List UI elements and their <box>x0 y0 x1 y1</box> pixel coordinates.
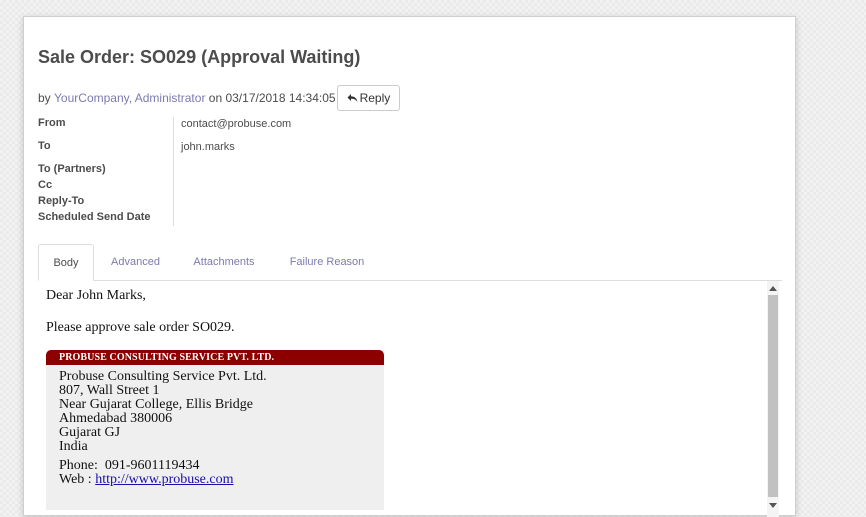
page-title: Sale Order: SO029 (Approval Waiting) <box>38 47 361 67</box>
notebook-tabs: Body Advanced Attachments Failure Reason <box>38 244 782 281</box>
scheduled-send-date-label: Scheduled Send Date <box>38 211 151 223</box>
to-partners-label: To (Partners) <box>38 163 106 175</box>
reply-button-label: Reply <box>359 91 391 105</box>
tab-attachments[interactable]: Attachments <box>179 244 269 280</box>
signature-line: India <box>59 439 88 454</box>
author-link[interactable]: YourCompany, Administrator <box>54 91 205 105</box>
to-label: To <box>38 140 51 152</box>
body-scrollbar[interactable] <box>767 281 779 517</box>
body-message: Please approve sale order SO029. <box>46 320 235 335</box>
web-label: Web : <box>59 472 92 487</box>
cc-label: Cc <box>38 179 53 191</box>
email-body-frame[interactable]: Dear John Marks, Please approve sale ord… <box>38 281 782 517</box>
reply-button[interactable]: Reply <box>336 85 401 111</box>
signature-line: Ahmedabad 380006 <box>59 411 173 426</box>
scrollbar-thumb[interactable] <box>768 295 778 497</box>
signature-phone: Phone: 091-9601119434 <box>59 459 200 473</box>
website-link[interactable]: http://www.probuse.com <box>95 472 233 487</box>
signature-header: PROBUSE CONSULTING SERVICE PVT. LTD. <box>46 350 384 365</box>
phone-value: 091-9601119434 <box>104 458 200 473</box>
tab-failure-reason[interactable]: Failure Reason <box>278 244 376 280</box>
message-form-sheet: Sale Order: SO029 (Approval Waiting) by … <box>23 16 796 517</box>
message-byline: by YourCompany, Administrator on 03/17/2… <box>38 85 401 111</box>
signature-line: Near Gujarat College, Ellis Bridge <box>59 397 253 412</box>
message-date: on 03/17/2018 14:34:05 <box>208 91 336 105</box>
message-fields: From contact@probuse.com To john.marks T… <box>38 117 338 227</box>
fields-divider <box>173 117 174 226</box>
signature-line: Gujarat GJ <box>59 425 121 440</box>
signature-line: 807, Wall Street 1 <box>59 383 160 398</box>
signature-web: Web : http://www.probuse.com <box>59 473 234 487</box>
signature-block: PROBUSE CONSULTING SERVICE PVT. LTD. Pro… <box>46 350 384 510</box>
by-prefix: by <box>38 91 51 105</box>
body-greeting: Dear John Marks, <box>46 288 146 303</box>
tab-advanced[interactable]: Advanced <box>98 244 173 280</box>
phone-label: Phone: <box>59 458 98 473</box>
reply-icon <box>347 93 358 103</box>
reply-to-label: Reply-To <box>38 195 85 207</box>
to-value: john.marks <box>181 141 235 153</box>
scroll-up-arrow-icon[interactable] <box>769 286 777 291</box>
signature-line: Probuse Consulting Service Pvt. Ltd. <box>59 369 267 384</box>
tab-body[interactable]: Body <box>38 244 94 281</box>
from-label: From <box>38 117 66 129</box>
from-value: contact@probuse.com <box>181 118 292 130</box>
